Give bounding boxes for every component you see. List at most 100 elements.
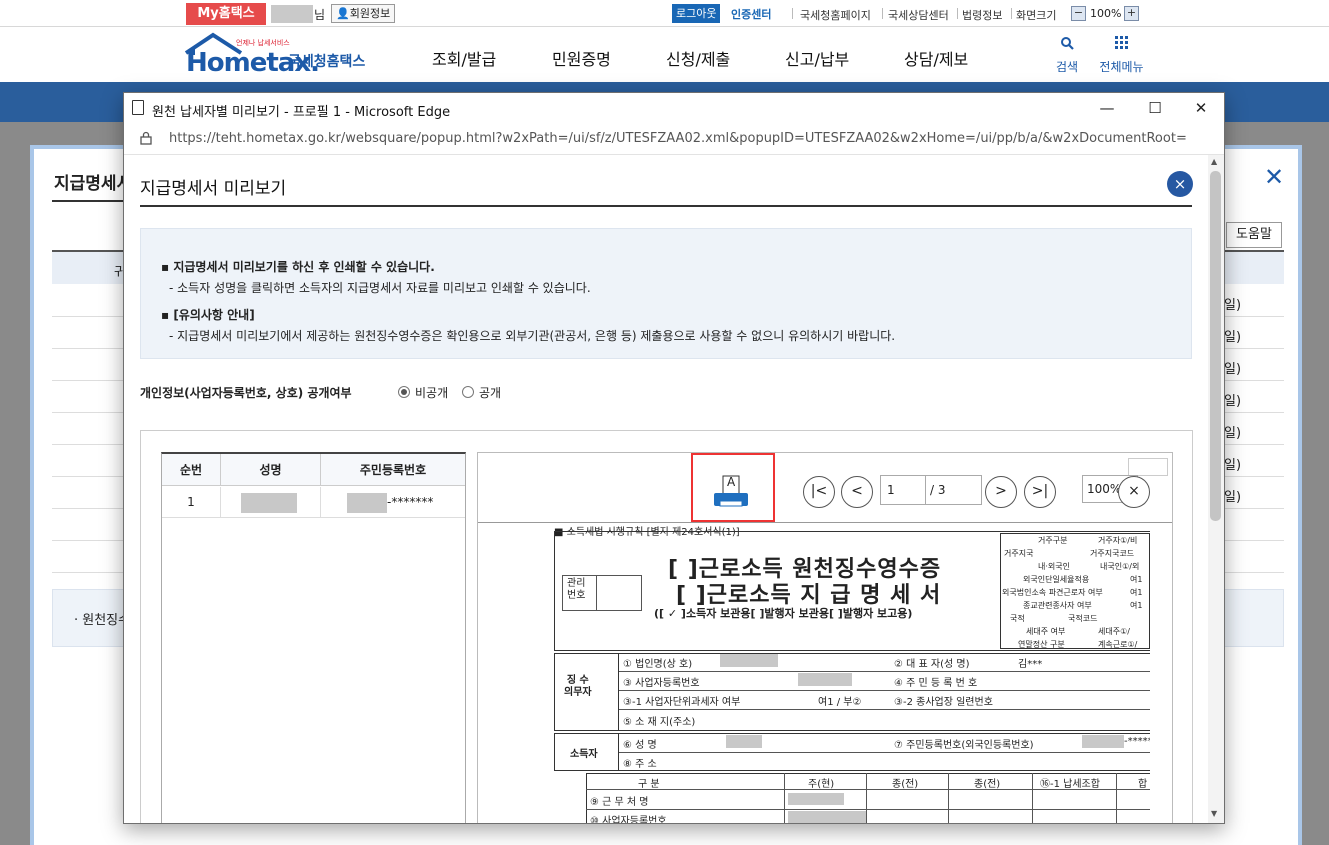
popup-scrollbar-thumb[interactable]	[1210, 171, 1221, 521]
first-page-button[interactable]: |<	[803, 476, 835, 508]
ri-2: 거주지국	[1004, 549, 1034, 558]
payer-rep-name: ② 대 표 자(성 명)	[894, 659, 970, 670]
grid-h-4: ⑯-1 납세조합	[1040, 779, 1100, 790]
form-line	[619, 671, 1150, 672]
scroll-down-arrow[interactable]: ▼	[1211, 809, 1217, 818]
zoom-value: 100%	[1090, 7, 1122, 20]
info-2-desc: - 지급명세서 미리보기에서 제공하는 원천징수영수증은 확인용으로 외부기관(…	[169, 329, 896, 343]
law-info-link[interactable]: 법령정보	[962, 7, 1002, 23]
bg-modal-close-icon[interactable]: ✕	[1264, 163, 1284, 191]
cert-center-link[interactable]: 인증센터	[731, 6, 771, 22]
ri-15: 세대주①/	[1098, 627, 1130, 636]
name-masked[interactable]	[241, 493, 297, 513]
lock-icon[interactable]	[140, 131, 152, 145]
unit-tax-value: 여1 / 부②	[818, 697, 862, 708]
page-number-input[interactable]: 1	[880, 475, 926, 505]
workplace-bizno-masked	[788, 811, 866, 823]
last-page-button[interactable]: >|	[1024, 476, 1056, 508]
gnb-inquiry-issue[interactable]: 조회/발급	[432, 46, 496, 70]
logo-korean-name: 국세청홈택스	[288, 54, 366, 70]
ri-13: 국적코드	[1068, 614, 1098, 623]
logout-button[interactable]: 로그아웃	[672, 4, 721, 23]
ri-17: 계속근로①/	[1098, 640, 1138, 649]
bg-note-text: · 원천징수	[74, 613, 131, 628]
url-text[interactable]: https://teht.hometax.go.kr/websquare/pop…	[169, 131, 1187, 146]
payer-unit-tax: ③-1 사업자단위과세자 여부	[623, 697, 741, 708]
privacy-label: 개인정보(사업자등록번호, 상호) 공개여부	[140, 386, 352, 400]
payer-sub-serial: ③-2 종사업장 일련번호	[894, 697, 993, 708]
ri-6: 외국인단일세율적용	[1023, 575, 1090, 584]
all-menu-button[interactable]: 전체메뉴	[1094, 35, 1149, 75]
ri-16: 연말정산 구분	[1018, 640, 1065, 649]
gnb-report-pay[interactable]: 신고/납부	[785, 46, 849, 70]
form-line	[618, 653, 619, 731]
radio-private[interactable]	[398, 386, 410, 398]
row-1-name[interactable]	[220, 487, 320, 518]
tax-counsel-link[interactable]: 국세상담센터	[888, 7, 949, 23]
search-label: 검색	[1055, 60, 1079, 74]
edge-popup-window: 원천 납세자별 미리보기 - 프로필 1 - Microsoft Edge — …	[123, 92, 1225, 824]
payer-label: 징 수 의무자	[564, 675, 592, 698]
col-header-name: 성명	[220, 454, 320, 486]
toolbar-edge-box	[1128, 458, 1168, 476]
search-button[interactable]: 검색	[1052, 35, 1082, 75]
help-button[interactable]: 도움말	[1226, 222, 1282, 248]
earner-name: ⑥ 성 명	[623, 740, 657, 751]
ri-12: 국적	[1010, 614, 1025, 623]
form-line	[596, 575, 597, 611]
row-text: 일)	[1224, 458, 1242, 473]
popup-title: 지급명세서 미리보기	[140, 179, 287, 199]
gnb-counsel-tipoff[interactable]: 상담/제보	[904, 46, 968, 70]
title-underline	[52, 200, 132, 202]
radio-public[interactable]	[462, 386, 474, 398]
info-1-desc: - 소득자 성명을 클릭하면 소득자의 지급명세서 자료를 미리보고 인쇄할 수…	[169, 281, 591, 295]
radio-public-label[interactable]: 공개	[479, 384, 501, 401]
window-title: 원천 납세자별 미리보기 - 프로필 1 - Microsoft Edge	[152, 105, 451, 120]
prev-page-button[interactable]: <	[841, 476, 873, 508]
row-text: 일)	[1224, 490, 1242, 505]
all-menu-label: 전체메뉴	[1099, 60, 1144, 74]
col-header-rrn: 주민등록번호	[320, 454, 465, 486]
info-2-title-text: [유의사항 안내]	[173, 308, 255, 322]
rep-name-value: 김***	[1018, 659, 1043, 670]
earner-name-masked	[726, 735, 762, 748]
window-close-button[interactable]: ✕	[1186, 97, 1216, 119]
form-line	[1032, 773, 1033, 823]
info-1-title: ▪ 지급명세서 미리보기를 하신 후 인쇄할 수 있습니다.	[161, 260, 435, 274]
divider	[792, 8, 793, 19]
grid-menu-icon	[1114, 36, 1128, 49]
scroll-up-arrow[interactable]: ▲	[1211, 157, 1217, 166]
nts-homepage-link[interactable]: 국세청홈페이지	[800, 7, 871, 23]
page-icon	[132, 100, 144, 115]
ri-4: 내·외국인	[1038, 562, 1070, 571]
row-1-rrn: -*******	[320, 487, 465, 518]
earner-rrn-suffix: -*****	[1124, 736, 1150, 747]
earner-list-table: 순번 성명 주민등록번호 1 -*******	[161, 452, 466, 823]
gnb-civil-certificate[interactable]: 민원증명	[552, 46, 611, 70]
viewer-close-button[interactable]: ×	[1118, 476, 1150, 508]
biz-no-masked	[798, 673, 852, 686]
my-hometax-button[interactable]: My홈택스	[186, 3, 266, 25]
maximize-button[interactable]: ☐	[1140, 97, 1170, 119]
ri-8: 외국법인소속 파견근로자 여부	[1002, 588, 1103, 597]
payer-address: ⑤ 소 재 지(주소)	[623, 717, 696, 728]
radio-private-label[interactable]: 비공개	[415, 384, 448, 401]
ri-3: 거주지국코드	[1090, 549, 1135, 558]
zoom-out-button[interactable]: −	[1071, 6, 1086, 21]
corp-name-masked	[720, 654, 778, 667]
mgmt-no-label: 관리 번호	[567, 578, 586, 601]
popup-close-button[interactable]: ×	[1167, 171, 1193, 197]
next-page-button[interactable]: >	[985, 476, 1017, 508]
payer-biz-no: ③ 사업자등록번호	[623, 678, 700, 689]
honorific-label: 님	[314, 8, 326, 22]
top-utility-bar: My홈택스 님 👤회원정보 로그아웃 인증센터 국세청홈페이지 국세상담센터 법…	[0, 0, 1329, 27]
grid-h-1: 주(현)	[808, 779, 835, 790]
row-text: 일)	[1224, 362, 1242, 377]
earner-rrn: ⑦ 주민등록번호(외국인등록번호)	[894, 740, 1034, 751]
form-line	[619, 690, 1150, 691]
member-info-button[interactable]: 👤회원정보	[331, 4, 396, 23]
ri-14: 세대주 여부	[1026, 627, 1066, 636]
gnb-apply-submit[interactable]: 신청/제출	[666, 46, 730, 70]
minimize-button[interactable]: —	[1092, 97, 1122, 119]
zoom-in-button[interactable]: +	[1124, 6, 1139, 21]
